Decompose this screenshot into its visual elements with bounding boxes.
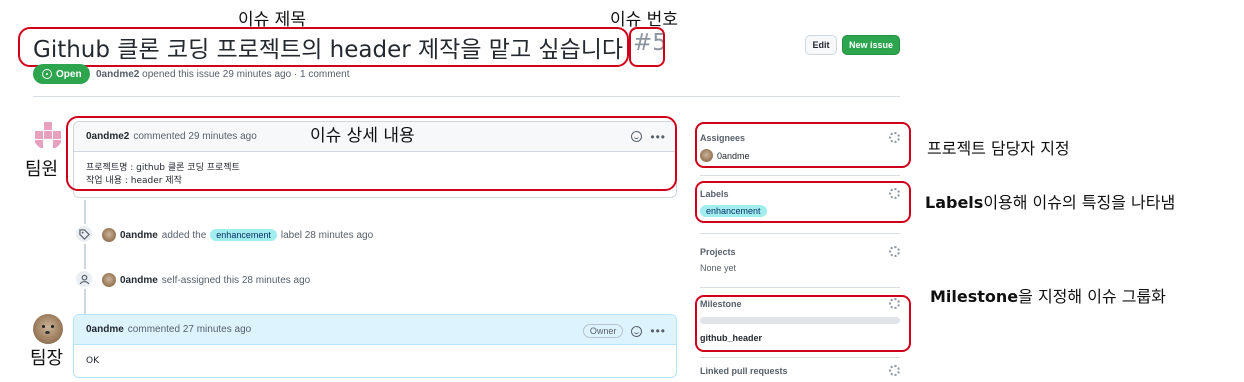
header-divider [33,96,900,97]
avatar-0andme[interactable] [102,273,116,287]
highlight-issue-number [629,27,665,67]
status-badge: Open [33,64,90,84]
comment-line: OK [86,356,99,366]
highlight-labels [695,181,911,223]
timeline-badge [74,269,94,289]
tag-icon [78,228,90,240]
comment-box-second: 0andme commented 27 minutes ago Owner ••… [73,314,677,378]
avatar-0andme[interactable] [33,314,63,344]
sidebar-divider [700,357,900,358]
issue-meta: 0andme2 opened this issue 29 minutes ago… [96,69,349,80]
avatar-0andme[interactable] [102,228,116,242]
smiley-icon[interactable] [631,325,643,337]
timeline-line [84,200,86,316]
new-issue-button[interactable]: New issue [842,35,900,55]
sidebar-title: Projects [700,247,736,257]
annotation-team-member: 팀원 [25,159,59,180]
timeline-event-assign: 0andme self-assigned this 28 minutes ago [102,273,310,287]
sidebar-divider [700,233,900,234]
kebab-menu-icon[interactable]: ••• [650,325,666,337]
highlight-issue-title [18,27,629,67]
sidebar-value: None yet [700,263,737,273]
annotation-labels: Labels이용해 이슈의 특징을 나타냄 [925,189,1175,213]
sidebar-linked-prs: Linked pull requests [700,365,900,376]
timeline-text: added the [161,229,207,241]
comment-header: 0andme commented 27 minutes ago Owner ••… [74,315,676,345]
timeline-text: self-assigned this 28 minutes ago [161,274,311,286]
timeline-event-label: 0andme added the enhancement label 28 mi… [102,228,373,242]
annotation-assignees: 프로젝트 담당자 지정 [927,139,1070,158]
sidebar-divider [700,287,900,288]
timeline-text: label 28 minutes ago [280,229,374,241]
issue-opened-icon [42,69,52,79]
sidebar-divider [700,175,900,176]
sidebar-projects: Projects None yet [700,246,900,273]
comment-author[interactable]: 0andme [86,324,124,335]
annotation-labels-bold: Labels [925,193,984,212]
issue-meta-text: opened this issue 29 minutes ago · 1 com… [142,69,350,80]
annotation-milestone-rest: 을 지정해 이슈 그룹화 [1018,287,1166,306]
timeline-user[interactable]: 0andme [120,230,158,241]
highlight-issue-detail [66,116,677,191]
comment-body: OK [86,355,99,368]
edit-button[interactable]: Edit [805,35,837,55]
owner-badge: Owner [582,324,624,338]
annotation-milestone-bold: Milestone [930,287,1019,306]
identicon-icon [35,122,61,148]
timeline-badge [74,224,94,244]
status-label: Open [56,68,82,80]
comment-time[interactable]: commented 27 minutes ago [128,324,251,335]
sidebar-title: Linked pull requests [700,366,788,376]
label-enhancement[interactable]: enhancement [210,229,277,241]
highlight-milestone [695,295,911,352]
annotation-labels-rest: 이용해 이슈의 특징을 나타냄 [983,193,1176,212]
annotation-team-leader: 팀장 [30,348,64,369]
gear-icon[interactable] [889,365,900,376]
avatar-0andme2[interactable] [33,120,63,150]
annotation-milestone: Milestone을 지정해 이슈 그룹화 [930,283,1166,307]
gear-icon[interactable] [889,246,900,257]
highlight-assignees [695,122,911,168]
timeline-user[interactable]: 0andme [120,275,158,286]
person-icon [79,274,89,284]
issue-author-link[interactable]: 0andme2 [96,69,139,80]
